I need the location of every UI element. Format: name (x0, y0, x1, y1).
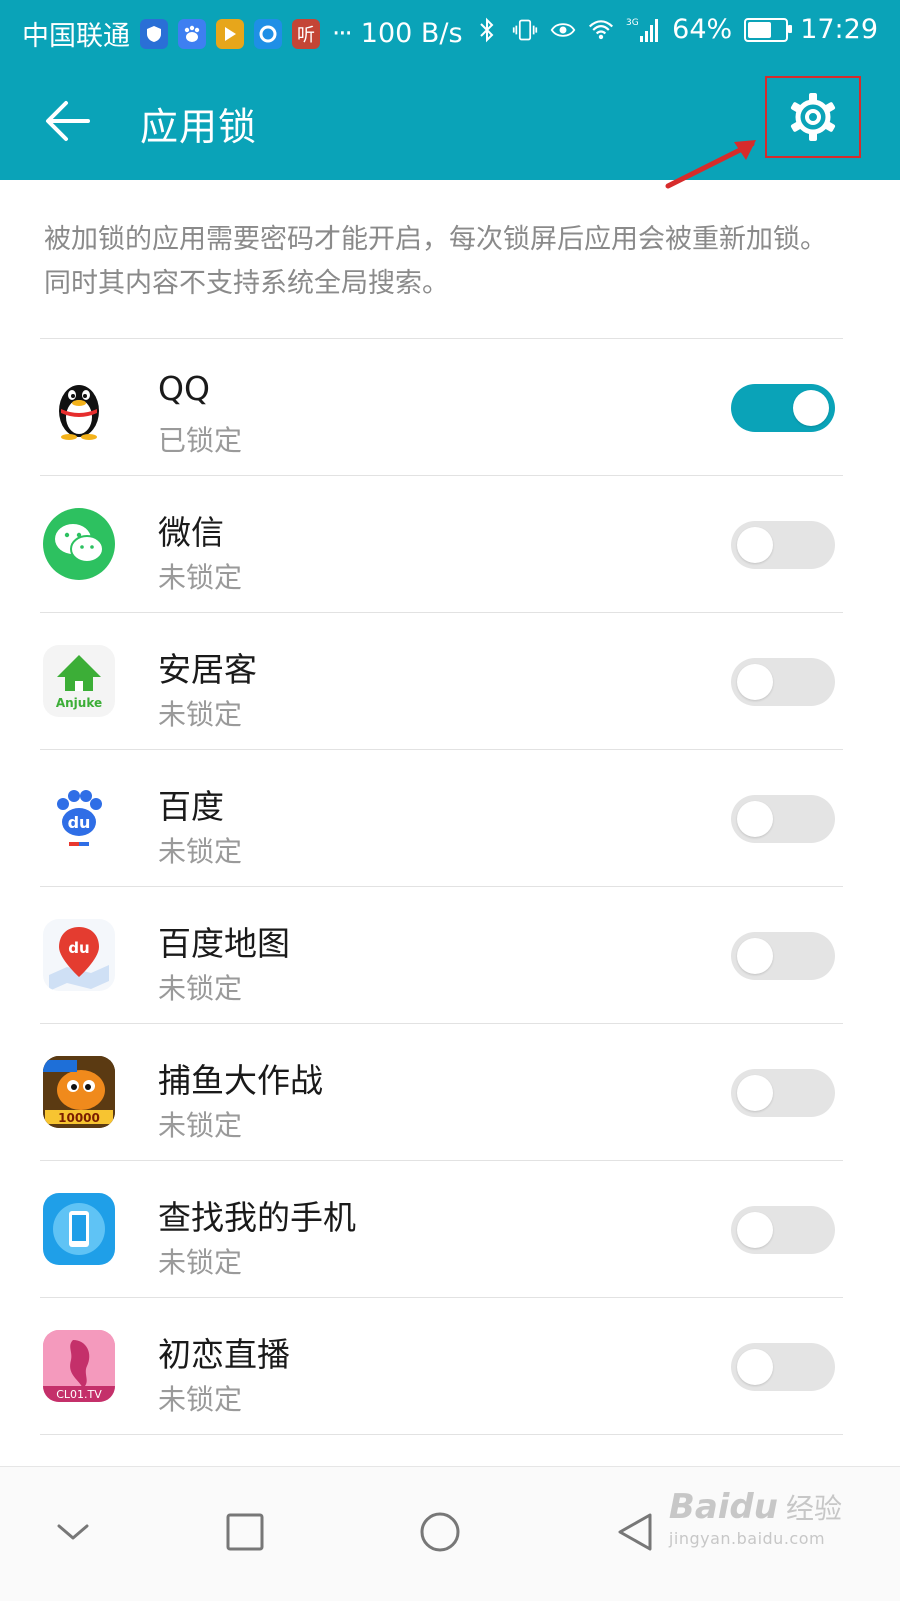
list-item[interactable]: du 百度 未锁定 (40, 750, 843, 887)
battery-icon (744, 17, 793, 42)
bluetooth-icon (474, 15, 500, 45)
carrier-name: 中国联通 (22, 21, 130, 52)
lock-status: 未锁定 (158, 1383, 243, 1416)
app-name: 百度 (158, 787, 224, 826)
lock-toggle[interactable] (731, 932, 835, 980)
page-title: 应用锁 (140, 105, 258, 149)
qq-penguin-icon (43, 371, 115, 443)
lock-status: 未锁定 (158, 835, 243, 868)
wifi-icon (588, 15, 614, 45)
baidu-map-icon-text: du (68, 939, 89, 957)
lock-toggle[interactable] (731, 384, 835, 432)
watermark-logo: Baidu (668, 1487, 778, 1527)
wechat-icon (43, 508, 115, 580)
app-name: QQ (158, 369, 210, 408)
lock-toggle[interactable] (731, 1343, 835, 1391)
chulian-live-icon: CL01.TV (43, 1330, 115, 1402)
app-list: QQ 已锁定 微信 未锁定 Anjuke 安居客 未锁定 du 百度 未锁定 d… (40, 338, 843, 1435)
description-text: 被加锁的应用需要密码才能开启，每次锁屏后应用会被重新加锁。同时其内容不支持系统全… (44, 224, 827, 299)
lock-toggle[interactable] (731, 795, 835, 843)
video-notification-icon (216, 18, 244, 49)
annotation-arrow (665, 140, 756, 189)
home-button[interactable] (405, 1497, 475, 1567)
eye-comfort-icon (550, 15, 576, 45)
app-name: 初恋直播 (158, 1335, 290, 1374)
list-item[interactable]: 查找我的手机 未锁定 (40, 1161, 843, 1298)
chevron-down-icon (57, 1524, 89, 1540)
signal-icon: 3G (626, 15, 660, 45)
chulian-icon-text: CL01.TV (56, 1388, 102, 1401)
app-name: 百度地图 (158, 924, 290, 963)
anjuke-icon: Anjuke (43, 645, 115, 717)
more-notifications-icon: ··· (332, 18, 353, 49)
clock: 17:29 (800, 14, 878, 45)
lock-toggle[interactable] (731, 521, 835, 569)
ting-notification-icon: 听 (292, 18, 320, 49)
arrow-back-icon (46, 101, 90, 141)
browser-notification-icon (254, 18, 282, 49)
back-nav-button[interactable] (600, 1497, 670, 1567)
list-item[interactable]: Anjuke 安居客 未锁定 (40, 613, 843, 750)
list-item[interactable]: 微信 未锁定 (40, 476, 843, 613)
shield-notification-icon (140, 18, 168, 49)
status-bar: 中国联通 听 ··· 100 B/s 3G 64% 17:29 (0, 0, 900, 62)
lock-status: 未锁定 (158, 561, 243, 594)
fishing-game-icon: 10000 (43, 1056, 115, 1128)
find-phone-icon (43, 1193, 115, 1265)
network-speed: 100 B/s (360, 18, 463, 49)
battery-percent: 64% (672, 14, 733, 45)
back-button[interactable] (38, 90, 100, 152)
lock-status: 未锁定 (158, 698, 243, 731)
app-name: 捕鱼大作战 (158, 1061, 323, 1100)
lock-status: 未锁定 (158, 1109, 243, 1142)
list-item[interactable]: 10000 捕鱼大作战 未锁定 (40, 1024, 843, 1161)
app-name: 微信 (158, 513, 224, 552)
watermark-url: jingyan.baidu.com (668, 1529, 826, 1548)
app-name: 安居客 (158, 650, 257, 689)
vibrate-icon (512, 15, 538, 45)
baidu-notification-icon (178, 18, 206, 49)
gear-icon (790, 93, 836, 141)
lock-toggle[interactable] (731, 1206, 835, 1254)
list-item[interactable]: CL01.TV 初恋直播 未锁定 (40, 1298, 843, 1435)
network-type-label: 3G (626, 18, 639, 28)
fishing-game-icon-text: 10000 (58, 1111, 100, 1125)
settings-button[interactable] (765, 76, 861, 158)
list-item[interactable]: QQ 已锁定 (40, 339, 843, 476)
triangle-back-icon (618, 1513, 652, 1551)
lock-status: 已锁定 (158, 424, 243, 457)
circle-icon (420, 1512, 460, 1552)
baidu-icon-text: du (68, 813, 91, 832)
lock-status: 未锁定 (158, 972, 243, 1005)
recents-button[interactable] (210, 1497, 280, 1567)
hide-navbar-button[interactable] (38, 1497, 108, 1567)
baidu-jingyan-watermark: Baidu 经验 jingyan.baidu.com (669, 1487, 842, 1548)
square-icon (226, 1513, 264, 1551)
anjuke-icon-text: Anjuke (56, 696, 102, 710)
list-item[interactable]: du 百度地图 未锁定 (40, 887, 843, 1024)
lock-toggle[interactable] (731, 658, 835, 706)
watermark-cn: 经验 (785, 1492, 842, 1525)
app-name: 查找我的手机 (158, 1198, 356, 1237)
lock-status: 未锁定 (158, 1246, 243, 1279)
baidu-icon: du (43, 782, 115, 854)
baidu-map-icon: du (43, 919, 115, 991)
lock-toggle[interactable] (731, 1069, 835, 1117)
